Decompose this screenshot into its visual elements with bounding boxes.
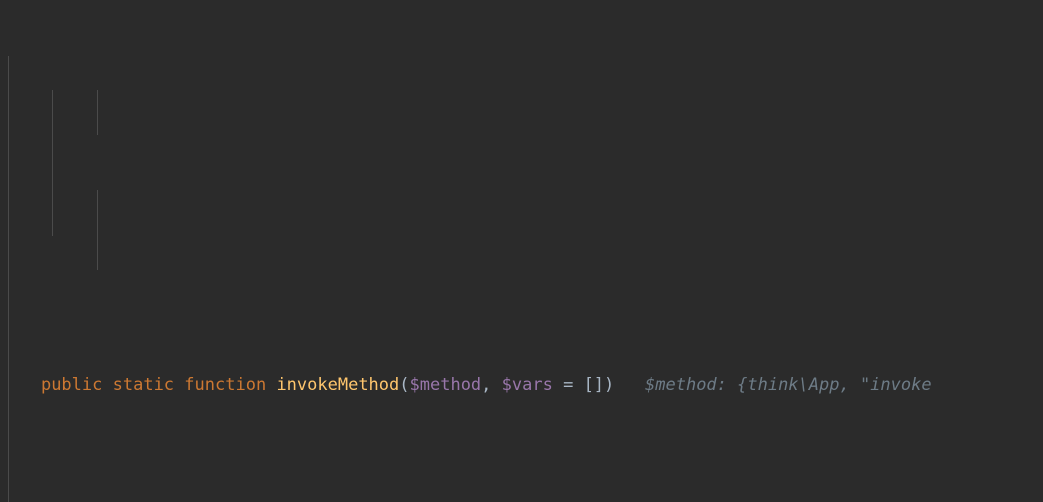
keyword-public: public — [40, 374, 103, 395]
sp — [266, 375, 276, 395]
code-line-1[interactable]: public static function invokeMethod($met… — [0, 335, 1043, 395]
indent-guide-level-1 — [52, 90, 53, 236]
code-editor[interactable]: public static function invokeMethod($met… — [0, 0, 1043, 502]
indent-guide-level-2 — [97, 90, 98, 135]
assign-op: = — [552, 374, 584, 395]
variable-method: $method — [409, 374, 482, 395]
indent-guide-level-2b — [97, 190, 98, 270]
keyword-static: static — [112, 374, 175, 395]
sp — [102, 375, 112, 395]
comma: , — [481, 374, 502, 395]
sp — [174, 375, 184, 395]
inline-debug-hint-1: $method: {think\App, "invoke — [645, 374, 932, 395]
sp — [614, 375, 645, 395]
empty-array: [] — [583, 374, 605, 395]
paren-open: ( — [399, 374, 410, 395]
keyword-function: function — [184, 374, 267, 395]
variable-vars: $vars — [501, 374, 553, 395]
paren-close: ) — [604, 374, 615, 395]
method-name-invokeMethod[interactable]: invokeMethod — [276, 375, 399, 395]
